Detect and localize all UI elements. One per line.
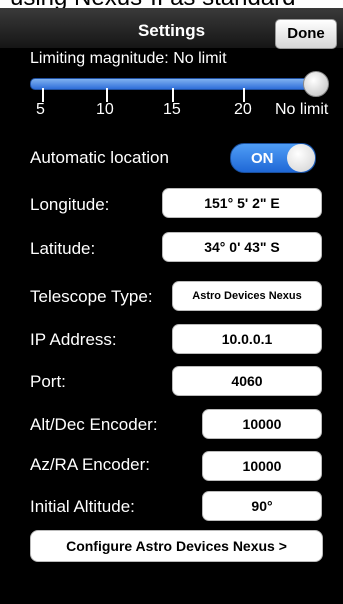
ip-address-label: IP Address: <box>30 330 117 349</box>
slider-tick <box>106 88 108 102</box>
slider-tick-label: 10 <box>96 101 114 118</box>
port-label: Port: <box>30 372 66 391</box>
telescope-type-label: Telescope Type: <box>30 287 153 306</box>
slider-tick <box>172 88 174 102</box>
navigation-bar: Settings Done <box>0 8 343 49</box>
latitude-field[interactable]: 34° 0' 43" S <box>162 232 322 262</box>
header-strip-text: using Nexus-II as standard <box>10 0 295 8</box>
port-field[interactable]: 4060 <box>172 366 322 396</box>
slider-tick-label: No limit <box>275 101 329 118</box>
configure-nexus-button[interactable]: Configure Astro Devices Nexus > <box>30 530 323 562</box>
latitude-label: Latitude: <box>30 239 96 258</box>
longitude-field[interactable]: 151° 5' 2" E <box>162 188 322 218</box>
toggle-knob <box>287 144 315 172</box>
alt-dec-encoder-field[interactable]: 10000 <box>202 409 322 439</box>
az-ra-encoder-label: Az/RA Encoder: <box>30 455 151 474</box>
alt-dec-encoder-label: Alt/Dec Encoder: <box>30 415 158 434</box>
initial-altitude-field[interactable]: 90° <box>202 491 322 521</box>
slider-tick <box>243 88 245 102</box>
limiting-magnitude-label: Limiting magnitude: No limit <box>30 50 227 67</box>
slider-tick-label: 15 <box>163 101 181 118</box>
limiting-magnitude-slider-track[interactable] <box>30 78 319 90</box>
limiting-magnitude-slider-knob[interactable] <box>303 71 329 97</box>
automatic-location-label: Automatic location <box>30 148 169 167</box>
header-strip: using Nexus-II as standard <box>0 0 343 8</box>
slider-tick-label: 5 <box>36 101 45 118</box>
az-ra-encoder-field[interactable]: 10000 <box>202 451 322 481</box>
done-button[interactable]: Done <box>275 19 337 49</box>
telescope-type-selector[interactable]: Astro Devices Nexus <box>172 281 322 311</box>
initial-altitude-label: Initial Altitude: <box>30 497 135 516</box>
longitude-label: Longitude: <box>30 195 110 214</box>
automatic-location-toggle[interactable]: ON <box>230 143 316 173</box>
slider-tick-label: 20 <box>234 101 252 118</box>
slider-tick <box>42 88 44 102</box>
ip-address-field[interactable]: 10.0.0.1 <box>172 324 322 354</box>
toggle-state-label: ON <box>251 150 274 167</box>
